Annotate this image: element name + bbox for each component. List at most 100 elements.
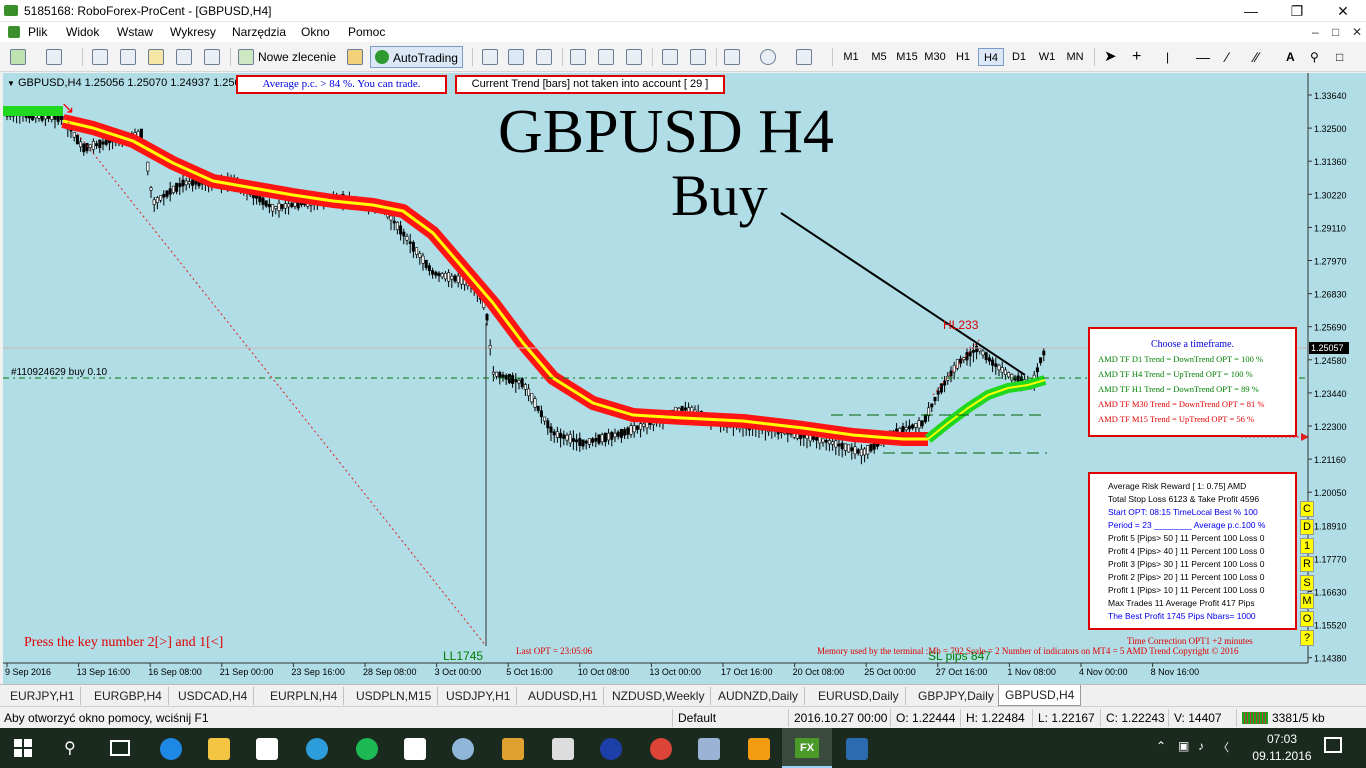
side-button-1[interactable]: 1 (1300, 537, 1314, 554)
network-icon[interactable]: ▣ (1178, 739, 1189, 753)
tf-w1[interactable]: W1 (1034, 48, 1060, 66)
spotify-icon[interactable] (356, 738, 378, 760)
tf-d1[interactable]: D1 (1006, 48, 1032, 66)
chart-tab[interactable]: GBPUSD,H4 (998, 685, 1082, 706)
horizontal-line-icon[interactable]: — (1196, 46, 1210, 68)
autoscroll-icon[interactable] (662, 49, 678, 65)
indicators-icon[interactable] (724, 49, 740, 65)
cursor-icon[interactable]: ➤ (1104, 46, 1117, 68)
tf-row[interactable]: AMD TF D1 Trend = DownTrend OPT = 100 % (1098, 352, 1295, 367)
zoom-in-icon[interactable] (570, 49, 586, 65)
minimize-button[interactable]: — (1228, 0, 1274, 22)
tf-h1[interactable]: H1 (950, 48, 976, 66)
side-button-c[interactable]: C (1300, 501, 1314, 517)
profiles-icon[interactable] (46, 49, 62, 65)
tester-icon[interactable] (204, 49, 220, 65)
channel-icon[interactable]: ∕∕ (1254, 46, 1259, 68)
edge-icon[interactable] (160, 738, 182, 760)
new-order-button[interactable]: Nowe zlecenie (258, 46, 336, 68)
bar-chart-icon[interactable] (482, 49, 498, 65)
tile-windows-icon[interactable] (626, 49, 642, 65)
chart-tab[interactable]: AUDNZD,Daily (712, 687, 806, 705)
candlestick-icon[interactable] (508, 49, 524, 65)
paint-icon[interactable] (452, 738, 474, 760)
side-button-m[interactable]: M (1300, 593, 1314, 609)
tf-row[interactable]: AMD TF H4 Trend = UpTrend OPT = 100 % (1098, 367, 1295, 382)
taskbar-active-metatrader[interactable]: FX (782, 728, 832, 768)
market-watch-icon[interactable] (92, 49, 108, 65)
side-button-o[interactable]: O (1300, 611, 1314, 628)
side-button-r[interactable]: R (1300, 556, 1314, 573)
chart-tab[interactable]: GBPJPY,Daily (912, 687, 1001, 705)
new-chart-icon[interactable] (10, 49, 26, 65)
menu-wykresy[interactable]: Wykresy (170, 25, 216, 39)
tf-m30[interactable]: M30 (922, 48, 948, 66)
tf-mn[interactable]: MN (1062, 48, 1088, 66)
tf-m5[interactable]: M5 (866, 48, 892, 66)
action-center-icon[interactable] (1324, 737, 1342, 753)
chrome-icon[interactable] (650, 738, 672, 760)
menu-wstaw[interactable]: Wstaw (117, 25, 153, 39)
search-icon[interactable]: ⚲ (64, 738, 76, 758)
store-icon[interactable] (256, 738, 278, 760)
tf-h4[interactable]: H4 (978, 48, 1004, 66)
tf-row[interactable]: AMD TF M15 Trend = UpTrend OPT = 56 % (1098, 412, 1295, 427)
start-windows-icon[interactable] (14, 739, 32, 757)
remote-icon[interactable] (698, 738, 720, 760)
templates-icon[interactable] (796, 49, 812, 65)
tf-row[interactable]: AMD TF H1 Trend = DownTrend OPT = 89 % (1098, 382, 1295, 397)
text-tool-icon[interactable]: A (1286, 46, 1295, 68)
chart-area[interactable]: ↘ 1.33640 1.32500 1.31360 1.30220 1.29110 1.2… (3, 73, 1366, 684)
maximize-button[interactable]: ❐ (1274, 0, 1320, 22)
pen-app-icon[interactable] (748, 738, 770, 760)
chart-tab[interactable]: EURUSD,Daily (812, 687, 906, 705)
menu-okno[interactable]: Okno (301, 25, 330, 39)
chart-tab[interactable]: EURJPY,H1 (4, 687, 82, 705)
zoom-out-icon[interactable] (598, 49, 614, 65)
trendline-icon[interactable]: ∕ (1226, 46, 1228, 68)
chart-tab[interactable]: NZDUSD,Weekly (606, 687, 712, 705)
home-icon[interactable] (404, 738, 426, 760)
language-icon[interactable]: 〈 (1218, 739, 1229, 755)
chart-tab[interactable]: AUDUSD,H1 (522, 687, 605, 705)
search-icon[interactable]: ⚲ (1310, 46, 1319, 68)
tf-m15[interactable]: M15 (894, 48, 920, 66)
chart-tab[interactable]: USDJPY,H1 (440, 687, 518, 705)
chart-tab[interactable]: EURGBP,H4 (88, 687, 169, 705)
crosshair-icon[interactable]: + (1132, 46, 1141, 68)
child-restore-button[interactable]: □ (1332, 25, 1339, 39)
navigator-icon[interactable] (148, 49, 164, 65)
menu-plik[interactable]: Plik (28, 25, 47, 39)
side-button-help[interactable]: ? (1300, 629, 1314, 646)
child-window-icon[interactable] (8, 26, 20, 38)
chart-shift-icon[interactable] (690, 49, 706, 65)
chart-tab[interactable]: USDPLN,M15 (350, 687, 439, 705)
chart-tab[interactable]: EURPLN,H4 (264, 687, 345, 705)
terminal-icon[interactable] (176, 49, 192, 65)
tray-chevron-icon[interactable]: ⌃ (1156, 739, 1166, 753)
close-button[interactable]: ✕ (1320, 0, 1366, 22)
side-button-s[interactable]: S (1300, 574, 1314, 591)
menu-pomoc[interactable]: Pomoc (348, 25, 385, 39)
app-coin-icon[interactable] (502, 738, 524, 760)
child-close-button[interactable]: ✕ (1352, 25, 1362, 39)
tf-m1[interactable]: M1 (838, 48, 864, 66)
data-window-icon[interactable] (120, 49, 136, 65)
p-app-icon[interactable] (846, 738, 868, 760)
timeframe-panel[interactable]: Choose a timeframe. AMD TF D1 Trend = Do… (1088, 327, 1297, 437)
line-chart-icon[interactable] (536, 49, 552, 65)
task-view-icon[interactable] (110, 740, 130, 756)
volume-icon[interactable]: ♪ (1198, 739, 1204, 753)
chart-tab[interactable]: USDCAD,H4 (172, 687, 255, 705)
side-button-d[interactable]: D (1300, 519, 1314, 536)
internet-explorer-icon[interactable] (306, 738, 328, 760)
menu-widok[interactable]: Widok (66, 25, 99, 39)
calculator-icon[interactable] (552, 738, 574, 760)
menu-narzedzia[interactable]: Narzędzia (232, 25, 286, 39)
metaeditor-icon[interactable] (347, 49, 363, 65)
vertical-line-icon[interactable]: | (1166, 46, 1169, 68)
periods-clock-icon[interactable] (760, 49, 776, 65)
compass-icon[interactable] (600, 738, 622, 760)
file-explorer-icon[interactable] (208, 738, 230, 760)
child-minimize-button[interactable]: – (1312, 25, 1319, 39)
